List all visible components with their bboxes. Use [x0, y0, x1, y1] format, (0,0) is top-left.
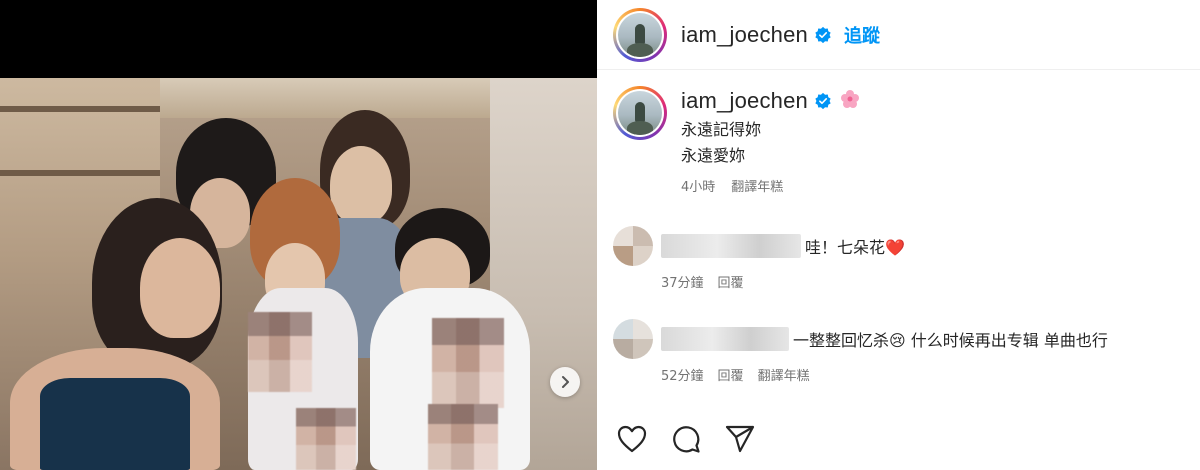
caption-meta: 4小時 翻譯年糕 — [681, 176, 860, 195]
comment-meta: 52分鐘 回覆 翻譯年糕 — [661, 365, 1193, 384]
author-username[interactable]: iam_joechen — [681, 22, 808, 48]
comment-message: 一整整回忆杀😢 什么时候再出专辑 单曲也行 — [793, 331, 1108, 350]
caption-author-avatar[interactable] — [613, 86, 667, 140]
carousel-next-button[interactable] — [550, 367, 580, 397]
photo-pixelated-face — [428, 404, 498, 470]
avatar-pixel — [633, 339, 653, 359]
reply-button[interactable]: 回覆 — [718, 365, 744, 384]
photo-shelf — [0, 106, 160, 112]
avatar-inner — [616, 89, 664, 137]
post-side-panel: iam_joechen 追蹤 iam_joechen 永遠記得妳 永遠愛妳 4小… — [597, 0, 1200, 470]
caption-user-line: iam_joechen — [681, 86, 860, 116]
post-header: iam_joechen 追蹤 — [597, 0, 1200, 70]
commenter-avatar[interactable] — [613, 319, 653, 359]
caption-body: iam_joechen 永遠記得妳 永遠愛妳 4小時 翻譯年糕 — [681, 86, 860, 195]
photo-person-dress — [40, 378, 190, 470]
avatar-image — [618, 91, 662, 135]
post-photo[interactable] — [0, 78, 597, 470]
avatar-pixel — [613, 319, 633, 339]
caption-line: 永遠愛妳 — [681, 146, 746, 165]
commenter-avatar[interactable] — [613, 226, 653, 266]
caption-line: 永遠記得妳 — [681, 120, 762, 139]
author-avatar[interactable] — [613, 7, 667, 62]
avatar-pixel — [633, 319, 653, 339]
avatar-inner — [616, 10, 664, 59]
heart-icon[interactable] — [617, 425, 647, 453]
comment-item: 一整整回忆杀😢 什么时候再出专辑 单曲也行 52分鐘 回覆 翻譯年糕 — [613, 319, 1193, 384]
avatar-pixel — [613, 339, 633, 359]
photo-pixelated-face — [296, 408, 356, 470]
blurred-username — [661, 234, 801, 258]
comment-meta: 37分鐘 回覆 — [661, 272, 1193, 291]
post-photo-pane — [0, 0, 597, 470]
paper-plane-icon[interactable] — [725, 425, 755, 453]
caption-username[interactable]: iam_joechen — [681, 88, 808, 114]
reply-button[interactable]: 回覆 — [718, 272, 744, 291]
comment-message: 哇！七朵花❤️ — [805, 238, 905, 257]
avatar-image — [618, 12, 662, 57]
avatar-pixel — [633, 246, 653, 266]
blurred-username — [661, 327, 789, 351]
photo-pixelated-face — [248, 312, 312, 392]
photo-pixelated-face — [432, 318, 504, 408]
follow-button[interactable]: 追蹤 — [844, 22, 880, 48]
comment-text: 一整整回忆杀😢 什么时候再出专辑 单曲也行 — [661, 319, 1108, 359]
avatar-pixel — [633, 226, 653, 246]
speech-bubble-icon[interactable] — [671, 424, 701, 454]
comment-text: 哇！七朵花❤️ — [661, 226, 905, 266]
photo-person-face — [330, 146, 392, 224]
caption-timestamp: 4小時 — [681, 180, 716, 195]
translate-link[interactable]: 翻譯年糕 — [758, 365, 810, 384]
avatar-pixel — [613, 226, 633, 246]
translate-link[interactable]: 翻譯年糕 — [731, 176, 783, 195]
photo-shelf — [0, 170, 160, 176]
comment-timestamp: 52分鐘 — [661, 369, 704, 384]
photo-person-face — [140, 238, 220, 338]
photo-ceiling — [160, 78, 490, 118]
verified-badge-icon — [815, 92, 831, 110]
flower-emoji-icon — [840, 89, 860, 113]
post-action-bar — [617, 424, 755, 454]
comment-timestamp: 37分鐘 — [661, 276, 704, 291]
verified-badge-icon — [815, 26, 831, 43]
chevron-right-icon — [562, 376, 569, 388]
comment-item: 哇！七朵花❤️ 37分鐘 回覆 — [613, 226, 1193, 291]
avatar-pixel — [613, 246, 633, 266]
post-caption: iam_joechen 永遠記得妳 永遠愛妳 4小時 翻譯年糕 — [613, 86, 1193, 195]
